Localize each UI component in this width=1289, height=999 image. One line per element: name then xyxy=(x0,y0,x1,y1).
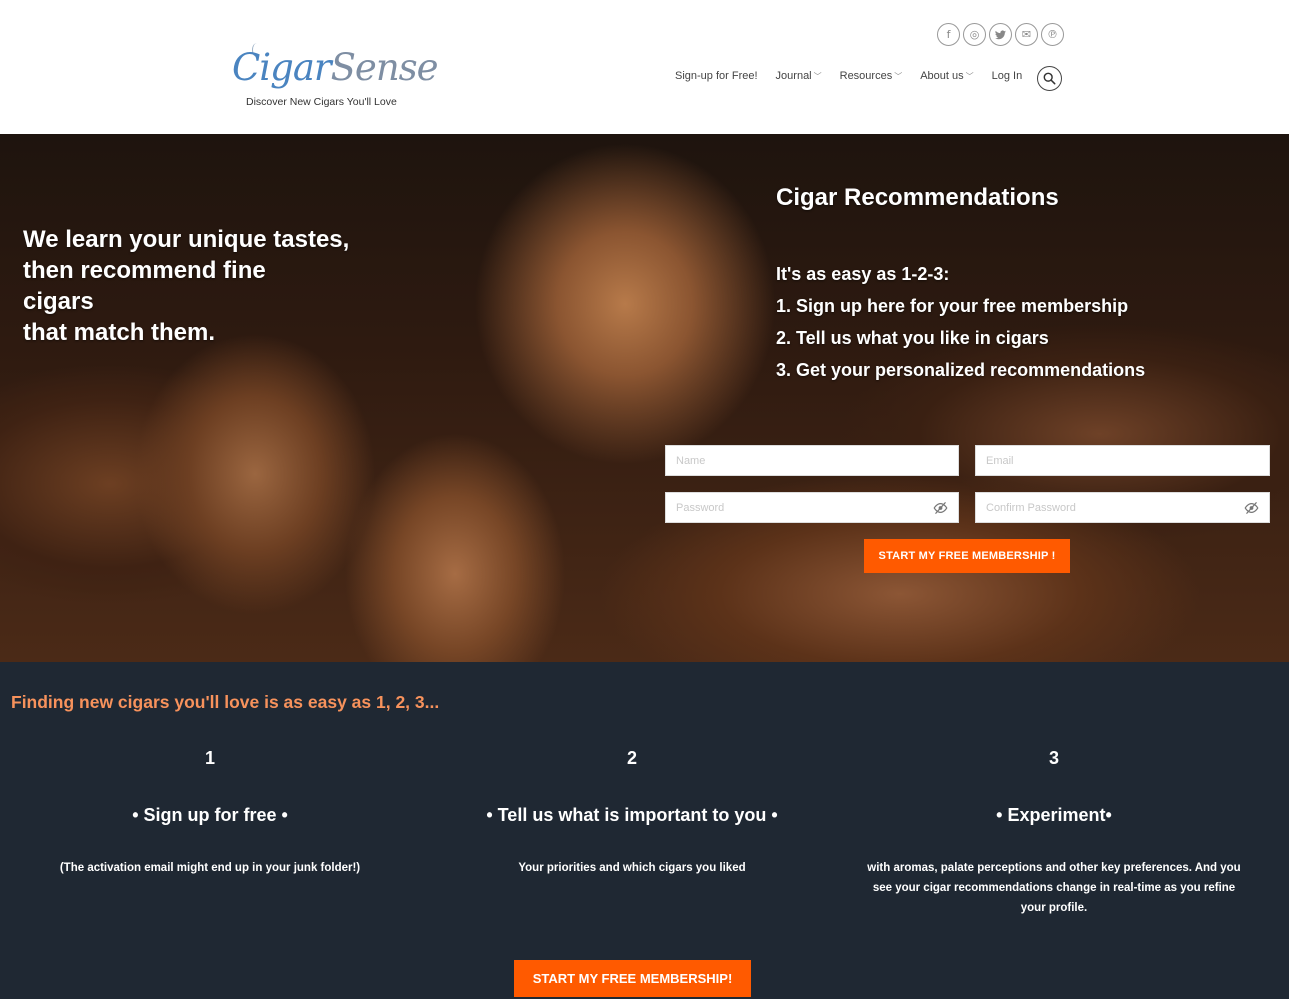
confirm-password-input[interactable] xyxy=(976,493,1269,522)
nav-about[interactable]: About us ﹀ xyxy=(920,70,973,82)
name-input[interactable] xyxy=(666,446,958,475)
nav-signup[interactable]: Sign-up for Free! xyxy=(675,70,758,82)
chevron-down-icon: ﹀ xyxy=(965,71,974,81)
password-field-wrapper xyxy=(665,492,959,523)
step-number: 1 xyxy=(204,748,215,768)
twitter-icon[interactable] xyxy=(989,23,1012,46)
hero-step-item: 2. Tell us what you like in cigars xyxy=(776,328,1049,348)
hero-tagline-line: then recommend fine xyxy=(23,257,266,284)
step-description: Your priorities and which cigars you lik… xyxy=(518,862,746,874)
step-heading: • Tell us what is important to you • xyxy=(486,805,778,825)
instagram-icon[interactable]: ◎ xyxy=(963,23,986,46)
step-column-2: 2 • Tell us what is important to you • Y… xyxy=(422,748,842,878)
logo-word-sense: Sense xyxy=(330,46,439,89)
site-header: CigarSense Discover New Cigars You'll Lo… xyxy=(0,0,1289,134)
logo-wordmark: CigarSense xyxy=(232,46,439,89)
section-title: Finding new cigars you'll love is as eas… xyxy=(11,692,440,712)
facebook-glyph: f xyxy=(946,28,951,41)
nav-journal[interactable]: Journal ﹀ xyxy=(776,70,822,82)
nav-journal-label: Journal xyxy=(775,70,812,82)
start-membership-button[interactable]: START MY FREE MEMBERSHIP ! xyxy=(864,539,1070,573)
hero-banner: We learn your unique tastes, then recomm… xyxy=(0,134,1289,662)
hero-title: Cigar Recommendations xyxy=(776,184,1059,211)
email-field-wrapper xyxy=(975,445,1270,476)
logo-word-cigar: Cigar xyxy=(232,46,332,89)
site-logo[interactable]: CigarSense Discover New Cigars You'll Lo… xyxy=(232,43,439,112)
facebook-icon[interactable]: f xyxy=(937,23,960,46)
hero-steps-intro: It's as easy as 1-2-3: xyxy=(776,264,950,284)
pinterest-glyph: ℗ xyxy=(1047,28,1058,41)
search-button[interactable] xyxy=(1037,66,1062,91)
hero-tagline-line: We learn your unique tastes, xyxy=(23,226,350,253)
twitter-bird-icon xyxy=(995,29,1006,39)
email-glyph: ✉ xyxy=(1021,28,1032,41)
start-membership-bottom-button[interactable]: START MY FREE MEMBERSHIP! xyxy=(514,960,751,997)
confirm-password-field-wrapper xyxy=(975,492,1270,523)
nav-about-label: About us xyxy=(920,70,964,82)
eye-slash-icon[interactable] xyxy=(933,501,948,515)
nav-resources[interactable]: Resources ﹀ xyxy=(840,70,903,82)
how-it-works-section: Finding new cigars you'll love is as eas… xyxy=(0,662,1289,999)
nav-signup-label: Sign-up for Free! xyxy=(675,70,758,82)
step-number: 2 xyxy=(626,748,637,768)
email-icon[interactable]: ✉ xyxy=(1015,23,1038,46)
instagram-glyph: ◎ xyxy=(969,28,980,41)
chevron-down-icon: ﹀ xyxy=(813,71,822,81)
pinterest-icon[interactable]: ℗ xyxy=(1041,23,1064,46)
step-column-3: 3 • Experiment• with aromas, palate perc… xyxy=(844,748,1264,918)
nav-resources-label: Resources xyxy=(839,70,893,82)
step-description: with aromas, palate perceptions and othe… xyxy=(867,862,1241,914)
main-nav: Sign-up for Free! Journal ﹀ Resources ﹀ Ab… xyxy=(675,66,1062,91)
hero-tagline-line: that match them. xyxy=(23,319,216,346)
eye-slash-icon[interactable] xyxy=(1244,501,1259,515)
hero-step-item: 3. Get your personalized recommendations xyxy=(776,360,1146,380)
step-heading: • Sign up for free • xyxy=(132,805,288,825)
nav-login-label: Log In xyxy=(991,70,1023,82)
step-column-1: 1 • Sign up for free • (The activation e… xyxy=(0,748,420,878)
hero-tagline: We learn your unique tastes, then recomm… xyxy=(23,224,349,348)
chevron-down-icon: ﹀ xyxy=(894,71,903,81)
step-description: (The activation email might end up in yo… xyxy=(59,862,361,874)
logo-tagline: Discover New Cigars You'll Love xyxy=(246,96,397,108)
social-links: f ◎ ✉ ℗ xyxy=(937,23,1064,46)
hero-step-item: 1. Sign up here for your free membership xyxy=(776,296,1129,316)
password-input[interactable] xyxy=(666,493,958,522)
name-field-wrapper xyxy=(665,445,959,476)
hero-steps: It's as easy as 1-2-3: 1. Sign up here f… xyxy=(776,258,1145,386)
step-number: 3 xyxy=(1048,748,1059,768)
hero-tagline-line: cigars xyxy=(23,288,94,315)
search-icon xyxy=(1043,72,1056,85)
step-heading: • Experiment• xyxy=(996,805,1112,825)
email-input[interactable] xyxy=(976,446,1269,475)
nav-login[interactable]: Log In xyxy=(992,70,1023,82)
